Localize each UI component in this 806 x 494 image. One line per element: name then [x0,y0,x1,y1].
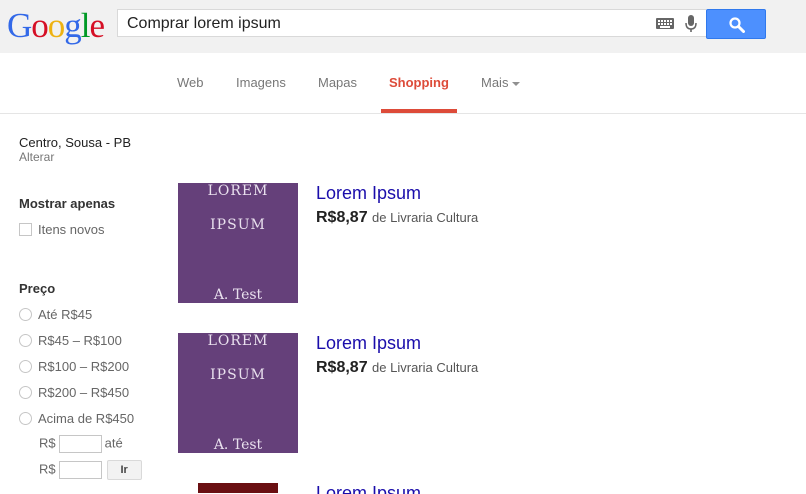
price-option[interactable]: Acima de R$450 [19,411,134,427]
result-price: R$8,87 [316,209,368,226]
result-title-link[interactable]: Lorem Ipsum [316,183,421,204]
result-title-link[interactable]: Lorem Ipsum [316,483,421,494]
price-max-input[interactable] [58,461,102,479]
price-option[interactable]: R$100 – R$200 [19,359,129,375]
search-box[interactable] [117,9,706,37]
new-items-filter[interactable]: Itens novos [19,222,105,238]
search-button[interactable] [706,9,766,39]
microphone-icon[interactable] [685,15,697,33]
checkbox-icon[interactable] [19,223,32,237]
top-bar: Google [0,0,806,53]
price-option[interactable]: Até R$45 [19,307,92,323]
result-seller: de Livraria Cultura [372,210,479,225]
keyboard-icon[interactable] [656,18,674,29]
currency-label: R$ [39,435,56,451]
result-title-link[interactable]: Lorem Ipsum [316,333,421,354]
radio-icon[interactable] [19,334,32,348]
logo-letter: o [47,6,65,45]
price-option-label: Acima de R$450 [38,411,135,426]
new-items-label: Itens novos [38,222,105,237]
price-option-label: R$45 – R$100 [38,333,122,348]
product-image[interactable]: LOREM IPSUM A. Test [178,183,298,303]
result-item: LOREM IPSUM A. Test Lorem Ipsum R$8,87 d… [178,183,778,303]
magnifier-icon [729,17,745,33]
tab-maps[interactable]: Mapas [318,75,357,90]
result-seller: de Livraria Cultura [372,360,479,375]
price-option[interactable]: R$45 – R$100 [19,333,122,349]
product-image[interactable]: LOREM IPSUM A. Test [178,333,298,453]
cover-title-line: LOREM [207,333,269,349]
active-tab-indicator [381,109,457,113]
tab-more-label: Mais [481,75,509,90]
price-max-row: R$ Ir [39,460,142,480]
cover-title-line: LOREM [207,183,269,199]
show-only-heading: Mostrar apenas [19,196,116,211]
tab-more[interactable]: Mais [481,75,521,90]
result-price-line: R$8,87 de Livraria Cultura [316,359,478,377]
cover-title-line: IPSUM [210,217,266,233]
range-to-label: até [104,435,123,451]
price-option-label: R$200 – R$450 [38,385,130,400]
cover-author: A. Test [213,287,263,303]
price-heading: Preço [19,281,56,296]
change-location-link[interactable]: Alterar [19,150,54,164]
result-item: LOREM IPSUM A. Test Lorem Ipsum R$8,87 d… [178,333,778,453]
cover-author: A. Test [213,437,263,453]
google-logo[interactable]: Google [7,6,106,46]
search-input[interactable] [127,14,647,34]
search-tabs: Web Imagens Mapas Shopping Mais [0,53,806,114]
radio-icon[interactable] [19,308,32,322]
logo-letter: G [7,6,32,45]
logo-letter: e [89,6,106,45]
product-image[interactable] [198,483,278,493]
price-option-label: Até R$45 [38,307,93,322]
result-price: R$8,87 [316,359,368,376]
radio-icon[interactable] [19,386,32,400]
radio-icon[interactable] [19,360,32,374]
tab-shopping[interactable]: Shopping [389,75,449,90]
logo-letter: g [64,6,81,45]
price-option-label: R$100 – R$200 [38,359,130,374]
radio-icon[interactable] [19,412,32,426]
result-item: Lorem Ipsum [178,483,778,494]
price-min-input[interactable] [58,435,102,453]
logo-letter: l [80,6,91,45]
logo-letter: o [31,6,48,45]
go-button[interactable]: Ir [106,460,142,480]
currency-label: R$ [39,461,56,477]
result-price-line: R$8,87 de Livraria Cultura [316,209,478,227]
tab-images[interactable]: Imagens [236,75,286,90]
price-min-row: R$ até [39,435,123,453]
tab-web[interactable]: Web [177,75,204,90]
cover-title-line: IPSUM [210,367,266,383]
location-text: Centro, Sousa - PB [19,135,131,150]
caret-down-icon [512,81,521,86]
price-option[interactable]: R$200 – R$450 [19,385,129,401]
